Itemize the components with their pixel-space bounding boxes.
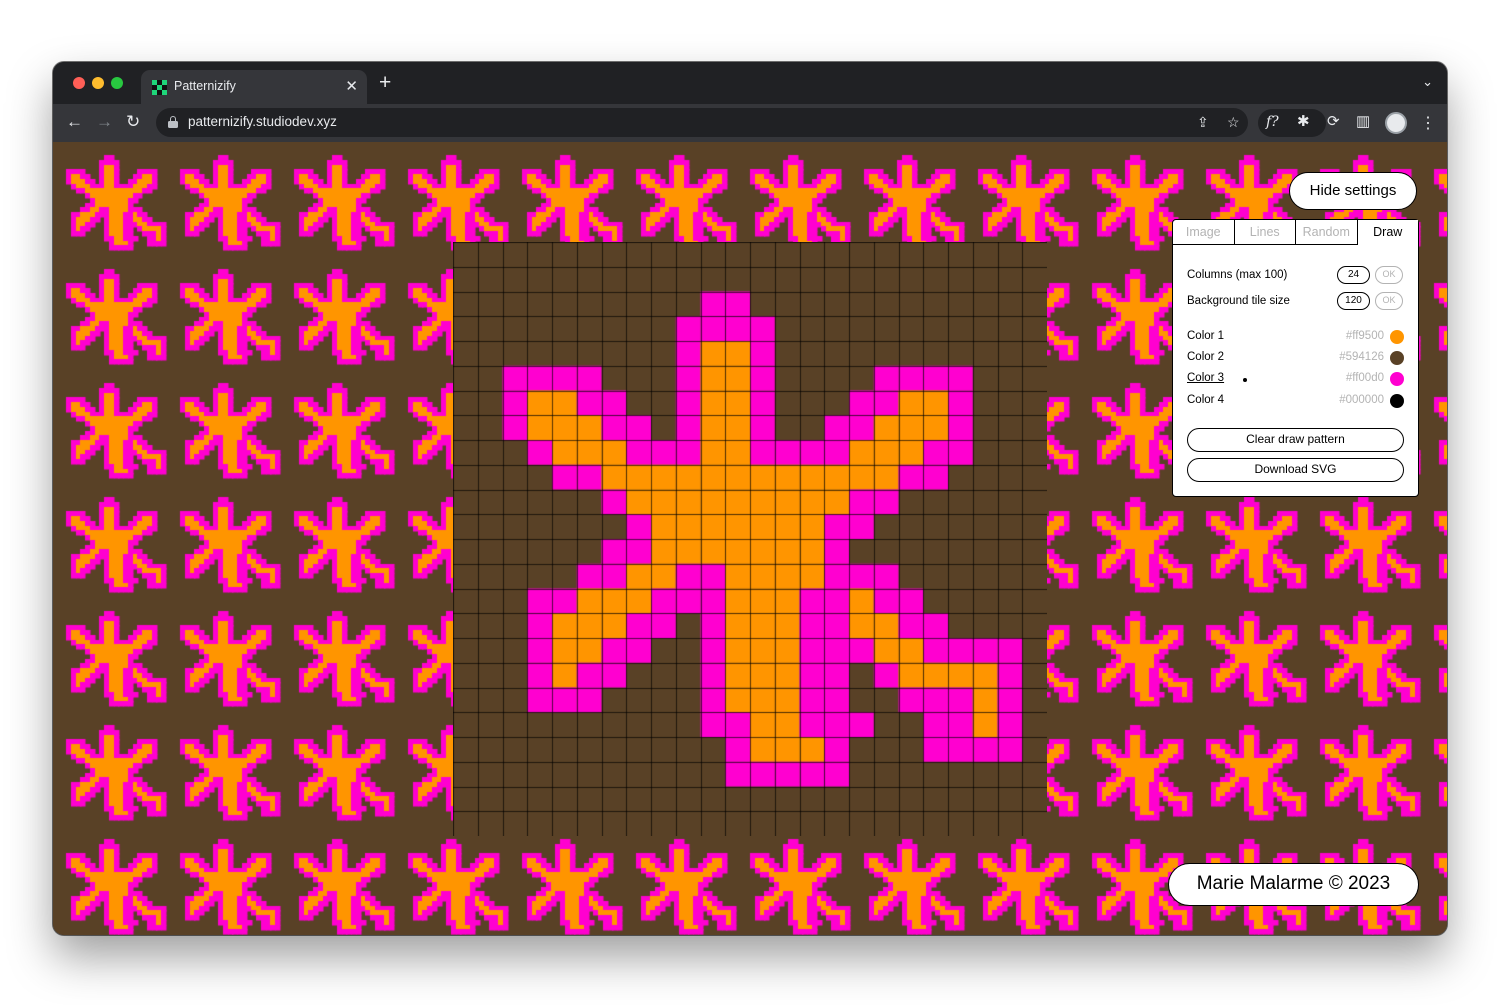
credit-badge: Marie Malarme © 2023 [1168,863,1419,906]
tile-size-input[interactable]: 120 [1337,292,1370,310]
forward-arrow-icon[interactable]: → [96,112,113,132]
color-label: Color 2 [1187,351,1225,363]
color-swatch[interactable] [1390,330,1404,344]
tab-search-chevron-icon[interactable]: ⌄ [1422,74,1433,90]
extensions-puzzle-icon[interactable]: ✱ [1297,112,1310,132]
url-text[interactable]: patternizify.studiodev.xyz [188,114,337,129]
share-icon[interactable]: ⇪ [1197,114,1209,131]
columns-label: Columns (max 100) [1187,269,1288,281]
columns-ok-button[interactable]: OK [1375,266,1403,284]
pixel-draw-grid[interactable] [453,242,1047,836]
tab-image[interactable]: Image [1173,220,1235,244]
selected-indicator-dot [1243,378,1247,382]
color-label: Color 1 [1187,330,1225,342]
window-minimize-button[interactable] [92,77,104,89]
hide-settings-button[interactable]: Hide settings [1289,172,1417,210]
profile-avatar[interactable] [1385,112,1407,134]
color-label: Color 4 [1187,394,1225,406]
new-tab-icon[interactable]: + [379,72,391,94]
color-label-selected: Color 3 [1187,372,1225,384]
side-panel-icon[interactable]: ▥ [1356,112,1370,132]
back-arrow-icon[interactable]: ← [66,112,83,132]
browser-toolbar: ← → ↻ patternizify.studiodev.xyz ⇪ ☆ f? … [53,104,1447,142]
tab-title: Patternizify [174,79,236,93]
clear-draw-pattern-button[interactable]: Clear draw pattern [1187,428,1404,452]
tab-strip: Patternizify ✕ + ⌄ [53,62,1447,104]
lock-icon [168,116,178,128]
browser-window: Patternizify ✕ + ⌄ ← → ↻ patternizify.st… [53,62,1447,935]
font-detect-extension-icon[interactable]: f? [1266,112,1279,132]
browser-tab[interactable]: Patternizify ✕ [141,70,367,104]
patternizify-favicon-icon [152,80,167,95]
tab-lines[interactable]: Lines [1235,220,1296,244]
tile-size-ok-button[interactable]: OK [1375,292,1403,310]
tile-size-label: Background tile size [1187,295,1290,307]
columns-input[interactable]: 24 [1337,266,1370,284]
color-hex: #ff9500 [1345,330,1384,342]
color-row-4[interactable]: Color 4 #000000 [1187,394,1404,410]
window-close-button[interactable] [73,77,85,89]
settings-panel: Image Lines Random Draw Columns (max 100… [1172,219,1419,497]
download-svg-button[interactable]: Download SVG [1187,458,1404,482]
color-swatch[interactable] [1390,394,1404,408]
page-viewport: Hide settings Image Lines Random Draw Co… [53,142,1447,935]
tab-draw[interactable]: Draw [1357,220,1418,246]
refresh-extension-icon[interactable]: ⟳ [1327,112,1340,132]
color-hex: #000000 [1339,394,1384,406]
draw-editor[interactable] [453,242,1047,836]
color-row-1[interactable]: Color 1 #ff9500 [1187,330,1404,346]
color-swatch[interactable] [1390,372,1404,386]
color-hex: #ff00d0 [1345,372,1384,384]
address-bar[interactable]: patternizify.studiodev.xyz ⇪ ☆ [156,108,1248,137]
tab-random[interactable]: Random [1296,220,1358,244]
mode-tabs: Image Lines Random Draw [1173,220,1418,246]
window-maximize-button[interactable] [111,77,123,89]
color-hex: #594126 [1339,351,1384,363]
color-row-3[interactable]: Color 3 #ff00d0 [1187,372,1404,388]
tab-close-icon[interactable]: ✕ [345,77,358,95]
color-swatch[interactable] [1390,351,1404,365]
browser-menu-icon[interactable]: ⋮ [1420,113,1436,133]
reload-icon[interactable]: ↻ [126,112,140,132]
color-row-2[interactable]: Color 2 #594126 [1187,351,1404,367]
bookmark-star-icon[interactable]: ☆ [1227,114,1240,131]
